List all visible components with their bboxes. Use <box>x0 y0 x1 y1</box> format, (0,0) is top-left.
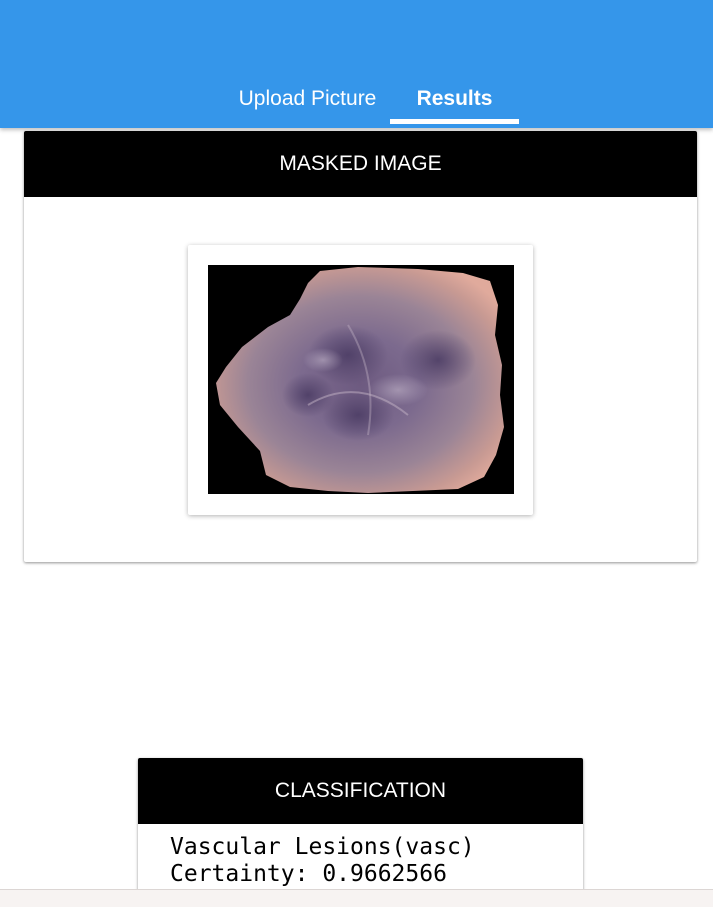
app-root: Upload Picture Results MASKED IMAGE CLAS… <box>0 0 713 907</box>
masked-image-frame <box>188 245 533 515</box>
classification-certainty: Certainty: 0.9662566 <box>170 861 447 887</box>
masked-image-header: MASKED IMAGE <box>24 131 697 197</box>
app-bar: Upload Picture Results <box>0 0 713 128</box>
classification-header: CLASSIFICATION <box>138 758 583 824</box>
classification-body: Vascular Lesions(vasc) Certainty: 0.96625… <box>138 824 583 888</box>
classification-result: Vascular Lesions(vasc) <box>170 834 475 860</box>
tab-bar: Upload Picture Results <box>0 79 713 125</box>
tab-results[interactable]: Results <box>390 79 519 121</box>
masked-image-card: MASKED IMAGE <box>24 131 697 562</box>
bottom-strip <box>0 889 713 907</box>
active-tab-indicator <box>390 119 519 124</box>
classification-card: CLASSIFICATION Vascular Lesions(vasc) Cer… <box>138 758 583 907</box>
tab-upload-picture[interactable]: Upload Picture <box>225 79 390 121</box>
masked-lesion-image <box>208 265 514 494</box>
